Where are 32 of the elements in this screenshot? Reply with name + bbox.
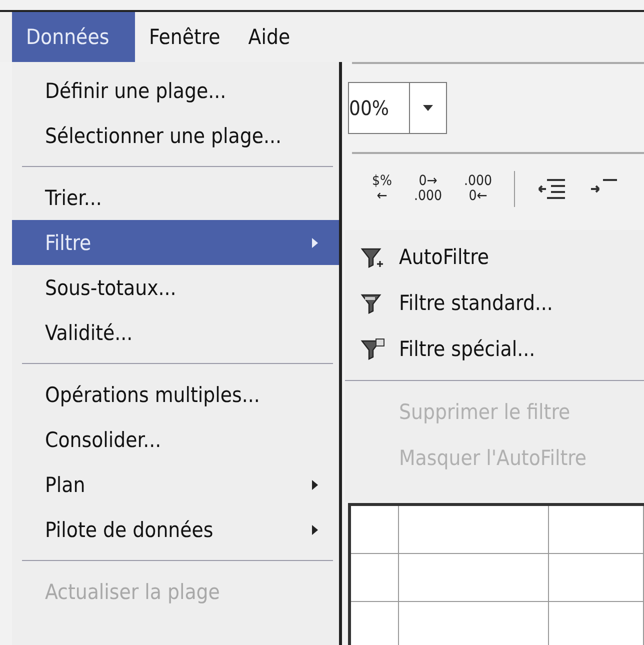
grid-cell[interactable] (399, 554, 549, 602)
grid-cell[interactable] (351, 506, 399, 554)
toolbar-button[interactable]: .000 0← (464, 174, 492, 204)
menu-item[interactable]: Trier... (12, 175, 339, 220)
funnel-icon (359, 336, 385, 362)
menu-bar-item[interactable]: Données (12, 12, 135, 62)
menu-item[interactable]: Filtre standard... (345, 280, 644, 326)
submenu-arrow-icon (311, 236, 319, 248)
menu-item[interactable]: Consolider... (12, 417, 339, 462)
decrease-indent-icon[interactable] (537, 177, 568, 201)
submenu-arrow-icon (311, 478, 319, 490)
menu-bar-item[interactable]: Fenêtre (135, 12, 234, 62)
menu-item[interactable]: Sous-totaux... (12, 265, 339, 310)
toolbar-button[interactable]: $% ← (372, 174, 392, 204)
menu-item[interactable]: AutoFiltre (345, 234, 644, 280)
menu-item[interactable]: Filtre spécial... (345, 326, 644, 372)
menu-item[interactable]: Sélectionner une plage... (12, 113, 339, 158)
zoom-combo[interactable]: 00% (348, 82, 447, 134)
menu-item[interactable]: Plan (12, 462, 339, 507)
grid-cell[interactable] (399, 506, 549, 554)
menu-item[interactable]: Filtre (12, 220, 339, 265)
submenu-arrow-icon (311, 524, 319, 536)
grid-cell[interactable] (351, 554, 399, 602)
menu-item[interactable]: Définir une plage... (12, 68, 339, 113)
grid-cell[interactable] (549, 506, 644, 554)
menu-bar-item[interactable]: Aide (234, 12, 304, 62)
menu-item[interactable]: Pilote de données (12, 507, 339, 552)
toolbar-button[interactable]: 0→ .000 (414, 174, 442, 204)
menu-item[interactable]: Validité... (12, 310, 339, 355)
grid-cell[interactable] (549, 554, 644, 602)
dropdown-arrow-icon[interactable] (422, 104, 434, 112)
menu-item[interactable]: Opérations multiples... (12, 372, 339, 417)
